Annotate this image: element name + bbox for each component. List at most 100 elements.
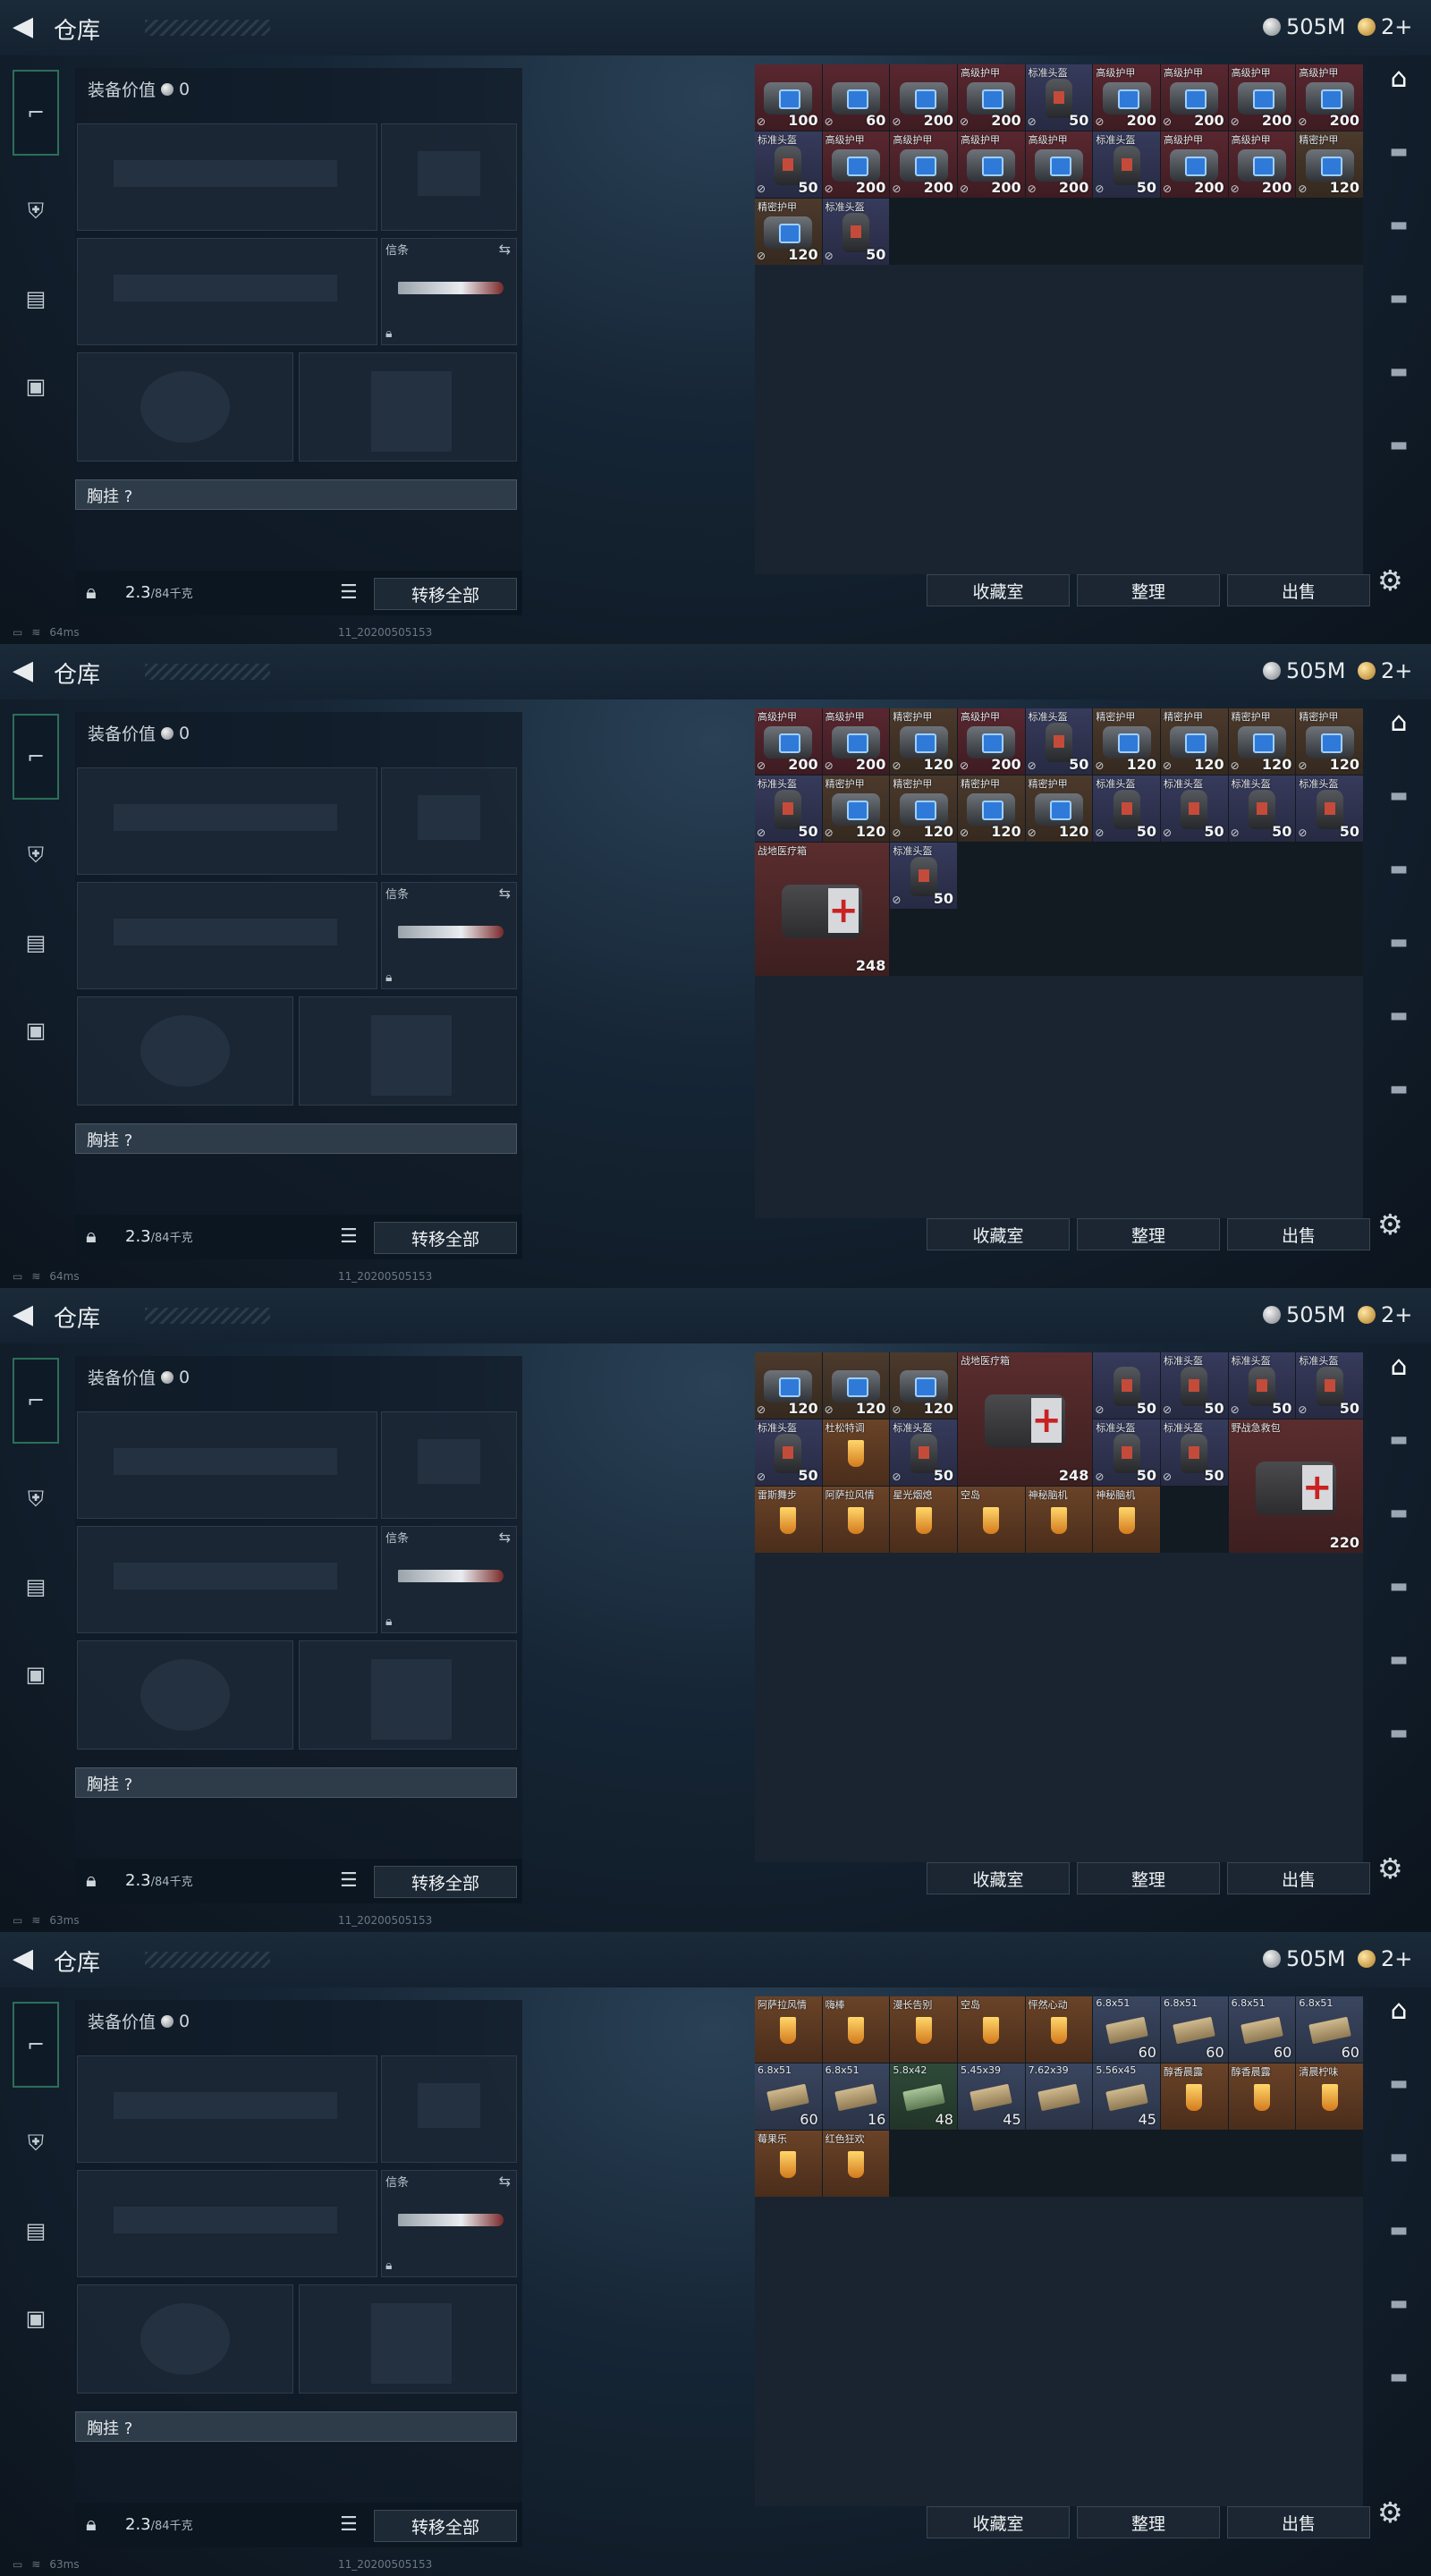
inventory-cell[interactable]: 高级护甲 ⊘ 200: [822, 708, 890, 775]
armor-slot[interactable]: [299, 2284, 517, 2394]
warehouse-grid[interactable]: 高级护甲 ⊘ 200 高级护甲 ⊘ 200 精密护甲 ⊘ 120 高级护甲 ⊘ 200 标准头盔 ⊘ 50 精…: [755, 708, 1363, 1218]
inventory-cell[interactable]: 精密护甲 ⊘ 120: [890, 708, 957, 775]
category-icon[interactable]: ▬: [1381, 2215, 1417, 2245]
collection-button[interactable]: 收藏室: [927, 1218, 1070, 1250]
lock-icon[interactable]: 🔒︎: [86, 1869, 97, 1892]
inventory-cell[interactable]: 精密护甲 ⊘ 120: [1296, 131, 1363, 198]
sort-button[interactable]: 整理: [1077, 1862, 1220, 1894]
lock-icon[interactable]: 🔒︎: [86, 2513, 97, 2536]
silver-balance[interactable]: 505M: [1263, 14, 1346, 39]
category-icon[interactable]: ▬: [1381, 1644, 1417, 1674]
inventory-cell[interactable]: 精密护甲 ⊘ 120: [1093, 708, 1160, 775]
category-icon[interactable]: ▬: [1381, 2068, 1417, 2098]
inventory-cell[interactable]: 精密护甲 ⊘ 120: [1296, 708, 1363, 775]
inventory-cell[interactable]: 高级护甲 ⊘ 200: [1228, 131, 1296, 198]
inventory-cell[interactable]: 标准头盔 ⊘ 50: [755, 131, 822, 198]
inventory-cell[interactable]: 清晨柠味: [1296, 2063, 1363, 2130]
inventory-cell[interactable]: 标准头盔 ⊘ 50: [1228, 1352, 1296, 1419]
tab-armor[interactable]: ⛨: [13, 2111, 59, 2175]
warehouse-icon[interactable]: ⌂: [1381, 1351, 1417, 1382]
pistol-slot[interactable]: [381, 123, 517, 231]
help-icon[interactable]: ?: [124, 1775, 133, 1794]
inventory-cell[interactable]: 高级护甲 ⊘ 200: [1228, 64, 1296, 131]
lock-icon[interactable]: 🔒︎: [86, 1225, 97, 1248]
inventory-cell[interactable]: 标准头盔 ⊘ 50: [890, 843, 957, 909]
swap-icon[interactable]: ⇆: [499, 1529, 511, 1546]
inventory-cell[interactable]: 雷斯舞步: [755, 1487, 822, 1553]
tab-armor[interactable]: ⛨: [13, 179, 59, 243]
transfer-all-button[interactable]: 转移全部: [374, 1222, 517, 1254]
inventory-cell[interactable]: 高级护甲 ⊘ 200: [1093, 64, 1160, 131]
primary-weapon-slot[interactable]: [77, 1411, 377, 1519]
inventory-cell[interactable]: 空岛: [957, 1996, 1025, 2063]
inventory-cell[interactable]: 标准头盔 ⊘ 50: [1160, 1352, 1228, 1419]
gear-icon[interactable]: ⚙: [1377, 564, 1403, 597]
gold-balance[interactable]: 2+: [1358, 1946, 1412, 1971]
inventory-cell[interactable]: 精密护甲 ⊘ 120: [890, 775, 957, 842]
tab-weapons[interactable]: ⌐: [13, 70, 59, 156]
inventory-cell[interactable]: 高级护甲 ⊘ 200: [1160, 64, 1228, 131]
sort-button[interactable]: 整理: [1077, 2506, 1220, 2538]
inventory-cell[interactable]: 高级护甲 ⊘ 200: [822, 131, 890, 198]
inventory-cell[interactable]: 精密护甲 ⊘ 120: [822, 775, 890, 842]
inventory-cell[interactable]: 阿萨拉风情: [755, 1996, 822, 2063]
inventory-cell[interactable]: 标准头盔 ⊘ 50: [822, 199, 890, 265]
inventory-cell[interactable]: 标准头盔 ⊘ 50: [1160, 1419, 1228, 1486]
sort-button[interactable]: 整理: [1077, 574, 1220, 606]
warehouse-grid[interactable]: ⊘ 100 ⊘ 60 ⊘ 200 高级护甲 ⊘ 200 标准头盔 ⊘ 50 高级护甲 ⊘ 200 高级护甲 ⊘ 2…: [755, 64, 1363, 574]
back-icon[interactable]: ◀: [13, 11, 33, 42]
tab-weapons[interactable]: ⌐: [13, 2002, 59, 2088]
armor-slot[interactable]: [299, 996, 517, 1106]
gear-icon[interactable]: ⚙: [1377, 1852, 1403, 1885]
collection-button[interactable]: 收藏室: [927, 2506, 1070, 2538]
inventory-cell[interactable]: ⊘ 100: [755, 64, 822, 131]
inventory-cell[interactable]: 高级护甲 ⊘ 200: [890, 131, 957, 198]
chest-rig-bar[interactable]: 胸挂 ?: [75, 479, 517, 510]
inventory-cell[interactable]: 6.8x51 60: [1160, 1996, 1228, 2063]
inventory-cell[interactable]: 高级护甲 ⊘ 200: [1296, 64, 1363, 131]
inventory-cell[interactable]: 莓果乐: [755, 2131, 822, 2197]
inventory-cell[interactable]: 战地医疗箱 248: [755, 843, 890, 976]
help-icon[interactable]: ?: [124, 1131, 133, 1150]
inventory-cell[interactable]: 标准头盔 ⊘ 50: [1093, 775, 1160, 842]
pistol-slot[interactable]: [381, 2055, 517, 2163]
chest-rig-bar[interactable]: 胸挂 ?: [75, 1767, 517, 1798]
inventory-cell[interactable]: 精密护甲 ⊘ 120: [755, 199, 822, 265]
silver-balance[interactable]: 505M: [1263, 658, 1346, 683]
help-icon[interactable]: ?: [124, 2419, 133, 2438]
inventory-cell[interactable]: 精密护甲 ⊘ 120: [1025, 775, 1093, 842]
inventory-cell[interactable]: 标准头盔 ⊘ 50: [1228, 775, 1296, 842]
inventory-cell[interactable]: 高级护甲 ⊘ 200: [1160, 131, 1228, 198]
tab-vest[interactable]: ▤: [13, 2199, 59, 2263]
inventory-cell[interactable]: 野战急救包 220: [1228, 1419, 1363, 1553]
inventory-cell[interactable]: ⊘ 50: [1093, 1352, 1160, 1419]
category-icon[interactable]: ▬: [1381, 1000, 1417, 1030]
back-icon[interactable]: ◀: [13, 1943, 33, 1974]
collection-button[interactable]: 收藏室: [927, 1862, 1070, 1894]
back-icon[interactable]: ◀: [13, 1299, 33, 1330]
inventory-cell[interactable]: 标准头盔 ⊘ 50: [1025, 64, 1093, 131]
transfer-all-button[interactable]: 转移全部: [374, 1866, 517, 1898]
lock-icon[interactable]: 🔒︎: [86, 581, 97, 604]
inventory-cell[interactable]: 7.62x39: [1025, 2063, 1093, 2130]
inventory-cell[interactable]: ⊘ 60: [822, 64, 890, 131]
category-icon[interactable]: ▬: [1381, 2141, 1417, 2172]
sell-button[interactable]: 出售: [1227, 574, 1370, 606]
category-icon[interactable]: ▬: [1381, 780, 1417, 810]
inventory-cell[interactable]: 高级护甲 ⊘ 200: [957, 708, 1025, 775]
inventory-cell[interactable]: 漫长告别: [890, 1996, 957, 2063]
category-icon[interactable]: ▬: [1381, 356, 1417, 386]
inventory-cell[interactable]: ⊘ 120: [890, 1352, 957, 1419]
help-icon[interactable]: ?: [124, 487, 133, 506]
armor-slot[interactable]: [299, 352, 517, 462]
inventory-cell[interactable]: 神秘脑机: [1025, 1487, 1093, 1553]
secondary-weapon-slot[interactable]: [77, 1526, 377, 1633]
warehouse-icon[interactable]: ⌂: [1381, 707, 1417, 738]
pistol-slot[interactable]: [381, 767, 517, 875]
inventory-cell[interactable]: 星光烟熄: [890, 1487, 957, 1553]
melee-slot[interactable]: 信条 ⇆ 🔒︎: [381, 238, 517, 345]
inventory-cell[interactable]: 标准头盔 ⊘ 50: [1296, 775, 1363, 842]
back-icon[interactable]: ◀: [13, 655, 33, 686]
category-icon[interactable]: ▬: [1381, 1073, 1417, 1104]
inventory-cell[interactable]: 神秘脑机: [1093, 1487, 1160, 1553]
